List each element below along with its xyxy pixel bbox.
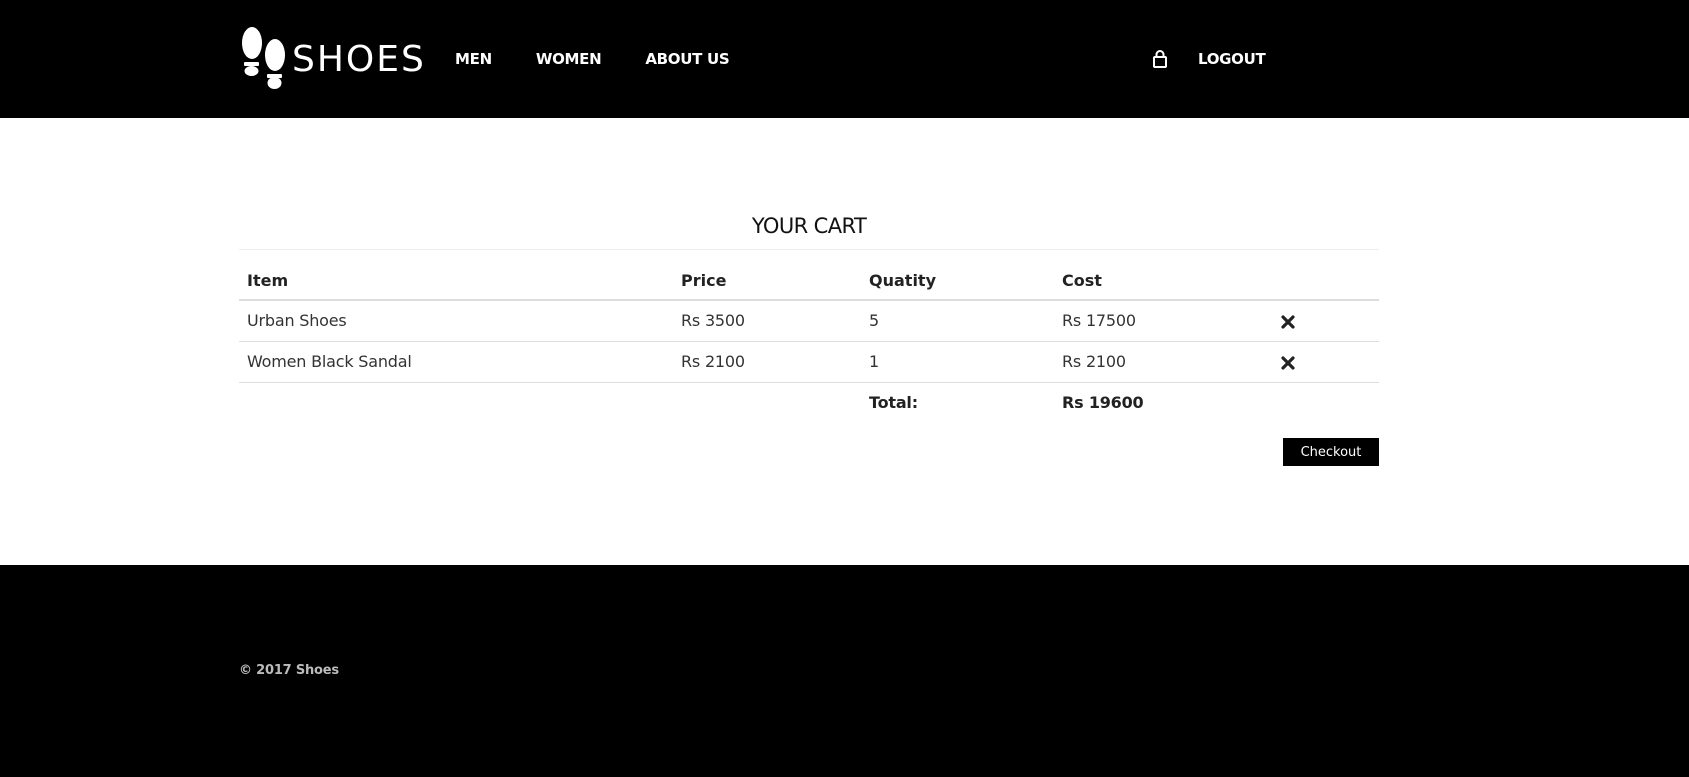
cell-remove bbox=[1273, 300, 1379, 342]
logo-link[interactable]: SHOES bbox=[239, 25, 426, 91]
total-label: Total: bbox=[869, 393, 918, 413]
cart-title: YOUR CART bbox=[239, 210, 1379, 250]
table-header-row: Item Price Quatity Cost bbox=[239, 250, 1379, 301]
close-icon[interactable] bbox=[1281, 315, 1295, 329]
cell-price: Rs 3500 bbox=[673, 300, 861, 342]
cell-item: Women Black Sandal bbox=[239, 341, 673, 383]
nav-link-about-us[interactable]: ABOUT US bbox=[645, 50, 729, 68]
close-icon[interactable] bbox=[1281, 355, 1295, 370]
cell-quantity: 5 bbox=[861, 300, 1054, 342]
cell-item: Urban Shoes bbox=[239, 300, 673, 342]
cell-remove bbox=[1273, 341, 1379, 383]
copyright-text: © 2017 Shoes bbox=[239, 663, 339, 678]
column-header-cost: Cost bbox=[1054, 250, 1273, 301]
column-header-item: Item bbox=[239, 250, 673, 301]
cell-quantity: 1 bbox=[861, 341, 1054, 383]
cart-table: Item Price Quatity Cost Urban Shoes Rs 3… bbox=[239, 250, 1379, 423]
total-row: Total: Rs 19600 bbox=[239, 382, 1379, 423]
account-area: LOGOUT bbox=[1152, 49, 1266, 68]
site-footer: © 2017 Shoes bbox=[0, 565, 1689, 777]
column-header-price: Price bbox=[673, 250, 861, 301]
cell-cost: Rs 2100 bbox=[1054, 341, 1273, 383]
table-row: Urban Shoes Rs 3500 5 Rs 17500 bbox=[239, 300, 1379, 342]
logout-link[interactable]: LOGOUT bbox=[1198, 50, 1266, 68]
cell-price: Rs 2100 bbox=[673, 341, 861, 383]
cell-cost: Rs 17500 bbox=[1054, 300, 1273, 342]
footprints-icon bbox=[242, 27, 285, 89]
table-row: Women Black Sandal Rs 2100 1 Rs 2100 bbox=[239, 341, 1379, 383]
checkout-button[interactable]: Checkout bbox=[1283, 438, 1379, 466]
column-header-quantity: Quatity bbox=[861, 250, 1054, 301]
nav-link-women[interactable]: WOMEN bbox=[536, 50, 602, 68]
nav-link-men[interactable]: MEN bbox=[455, 50, 492, 68]
lock-icon[interactable] bbox=[1152, 49, 1168, 68]
site-header: SHOES MEN WOMEN ABOUT US LOGOUT bbox=[0, 0, 1689, 118]
main-nav: MEN WOMEN ABOUT US bbox=[455, 50, 773, 68]
column-header-remove bbox=[1273, 250, 1379, 301]
cart-section: YOUR CART Item Price Quatity Cost Urban … bbox=[239, 210, 1379, 466]
total-value: Rs 19600 bbox=[1062, 393, 1144, 413]
checkout-area: Checkout bbox=[239, 438, 1379, 466]
logo-text: SHOES bbox=[292, 39, 426, 80]
